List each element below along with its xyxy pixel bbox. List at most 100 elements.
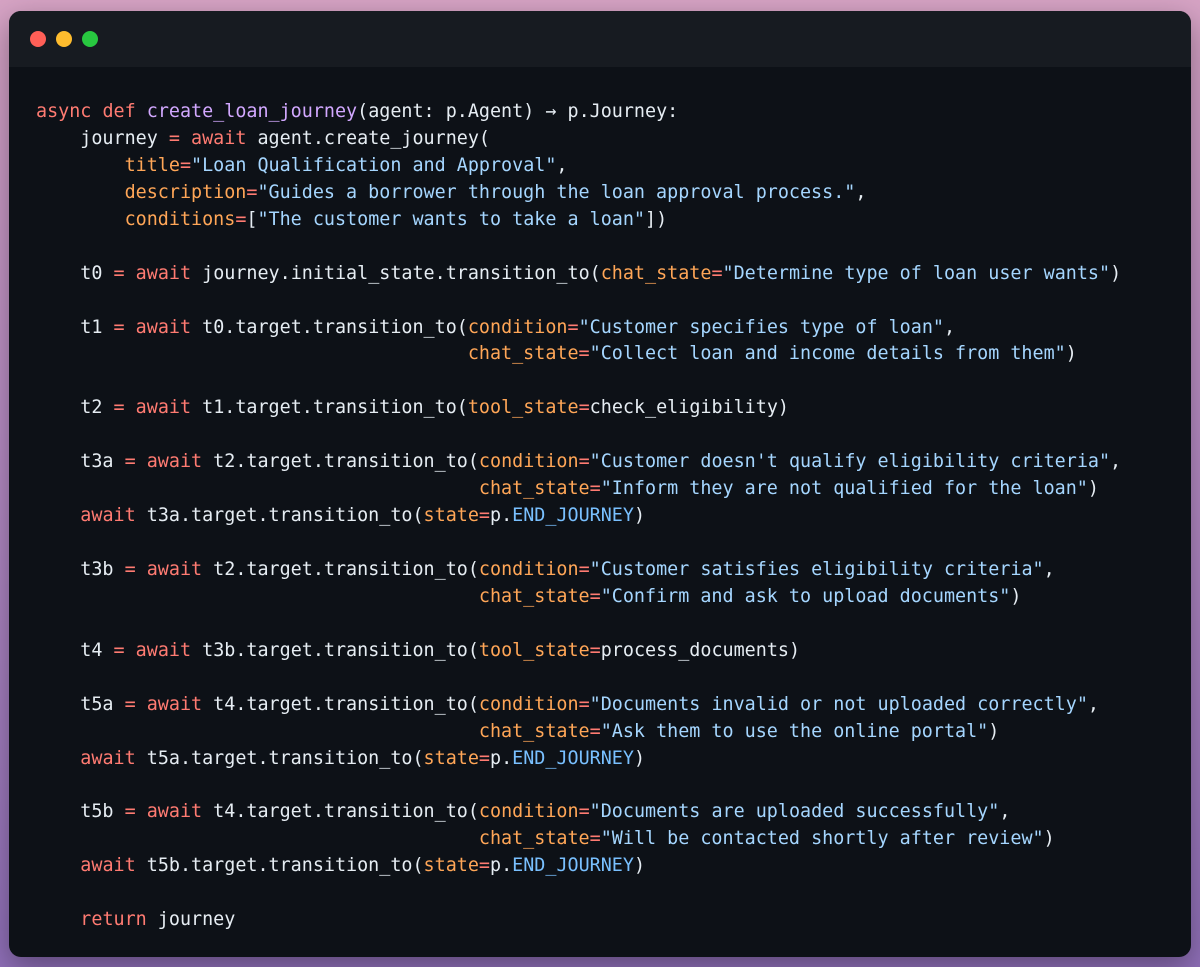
code-line: title="Loan Qualification and Approval", [36,153,1181,180]
operator-token: = [578,397,590,419]
code-text: ) [1010,585,1022,607]
string-token: "Inform they are not qualified for the l… [600,478,1088,500]
keyword-token: await [80,855,136,877]
keyword-token: await [80,505,136,527]
string-token: "The customer wants to take a loan" [257,208,645,230]
maximize-window-icon[interactable] [82,31,98,47]
operator-token: = [589,828,601,850]
keyword-token: return [80,909,147,931]
operator-token: = [113,639,125,661]
code-line: chat_state="Confirm and ask to upload do… [36,584,1181,611]
code-text: p. [490,505,513,527]
keyword-token: await [146,693,203,715]
parameter-token: description [124,181,247,203]
string-token: "Customer doesn't qualify eligibility cr… [589,451,1111,473]
operator-token: = [578,693,590,715]
constant-token: END_JOURNEY [512,747,634,769]
code-text: agent.create_journey( [246,127,490,149]
string-token: "Documents invalid or not uploaded corre… [589,693,1088,715]
code-text: t0 [36,262,114,284]
operator-token: = [113,397,125,419]
code-line: return journey [36,907,1181,934]
code-line: t1 = await t0.target.transition_to(condi… [36,315,1181,342]
code-line: ​ [36,422,1181,449]
code-line: chat_state="Ask them to use the online p… [36,719,1181,746]
operator-token: = [578,801,590,823]
parameter-token: condition [478,451,579,473]
parameter-token: conditions [124,208,236,230]
parameter-token: chat_state [478,585,590,607]
code-line: journey = await agent.create_journey( [36,126,1181,153]
operator-token: = [235,208,247,230]
operator-token: = [578,451,590,473]
operator-token: = [567,316,579,338]
parameter-token: state [423,747,479,769]
operator-token: = [711,262,723,284]
code-line: t0 = await journey.initial_state.transit… [36,261,1181,288]
code-text: , [1110,451,1122,473]
code-text: t0.target.transition_to( [191,316,468,338]
parameter-token: chat_state [478,720,590,742]
string-token: "Loan Qualification and Approval" [191,154,557,176]
code-text: t5a.target.transition_to( [135,747,424,769]
code-text: p. [490,855,513,877]
string-token: "Will be contacted shortly after review" [600,828,1044,850]
operator-token: = [124,558,136,580]
string-token: "Ask them to use the online portal" [600,720,989,742]
string-token: "Customer specifies type of loan" [578,316,944,338]
keyword-token: await [135,639,192,661]
string-token: "Guides a borrower through the loan appr… [257,181,856,203]
code-text: ]) [645,208,668,230]
keyword-token: async [36,101,92,122]
code-line: ​ [36,288,1181,315]
operator-token: = [578,343,590,365]
operator-token: = [124,693,136,715]
operator-token: = [478,505,490,527]
operator-token: = [246,181,258,203]
parameter-token: condition [467,316,568,338]
operator-token: = [589,639,601,661]
code-line: await t5a.target.transition_to(state=p.E… [36,746,1181,773]
string-token: "Documents are uploaded successfully" [589,801,1000,823]
keyword-token: await [146,558,203,580]
code-text: ) [988,720,1000,742]
code-text: , [943,316,956,338]
keyword-token: await [146,801,203,823]
code-text: t3b.target.transition_to( [191,639,479,661]
code-text: check_eligibility) [589,397,789,419]
operator-token: = [478,747,490,769]
code-text: t4.target.transition_to( [202,801,479,823]
code-text: ) [1087,478,1099,500]
code-text: process_documents) [600,639,801,661]
parameter-token: chat_state [467,343,579,365]
code-line: ​ [36,368,1181,395]
keyword-token: await [135,397,192,419]
keyword-token: await [135,316,192,338]
minimize-window-icon[interactable] [56,31,72,47]
function-name-token: create_loan_journey [146,101,358,122]
code-line: chat_state="Inform they are not qualifie… [36,476,1181,503]
code-text: , [1087,693,1099,715]
window-titlebar [9,11,1191,67]
operator-token: = [168,127,180,149]
code-line: description="Guides a borrower through t… [36,180,1181,207]
parameter-token: state [423,505,479,527]
parameter-token: tool_state [478,639,590,661]
constant-token: END_JOURNEY [512,855,634,877]
code-text: ) [633,747,646,769]
code-text: t4.target.transition_to( [202,693,479,715]
string-token: "Confirm and ask to upload documents" [600,585,1011,607]
close-window-icon[interactable] [30,31,46,47]
code-line: await t5b.target.transition_to(state=p.E… [36,853,1181,880]
string-token: "Collect loan and income details from th… [589,343,1066,365]
